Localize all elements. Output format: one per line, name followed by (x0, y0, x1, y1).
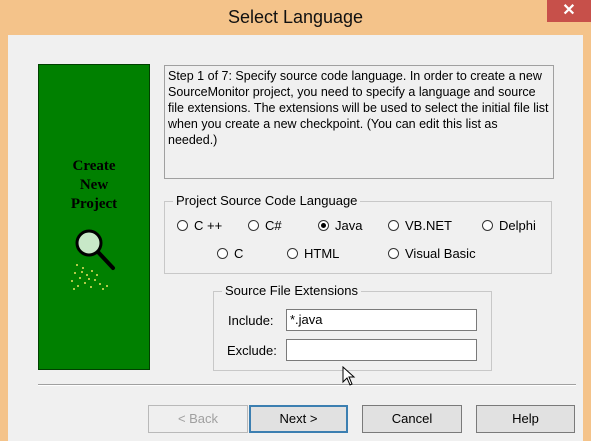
extensions-group-label: Source File Extensions (222, 283, 361, 298)
title-bar[interactable]: Select Language ✕ (0, 0, 591, 35)
radio-java-circle[interactable] (318, 219, 329, 231)
radio-visual-basic-circle[interactable] (388, 247, 399, 259)
radio-csharp-circle[interactable] (248, 219, 259, 231)
radio-delphi[interactable]: Delphi (482, 216, 536, 234)
radio-vbnet-circle[interactable] (388, 219, 399, 231)
button-separator (38, 384, 576, 386)
radio-delphi-circle[interactable] (482, 219, 493, 231)
radio-csharp[interactable]: C# (248, 216, 282, 234)
language-group-label: Project Source Code Language (173, 193, 361, 208)
banner-line-project: Project (70, 196, 118, 212)
mouse-cursor-icon (342, 366, 356, 386)
help-button[interactable]: Help (476, 405, 575, 433)
radio-java[interactable]: Java (318, 216, 362, 234)
exclude-label: Exclude: (227, 343, 277, 358)
close-button[interactable]: ✕ (547, 0, 591, 22)
banner-line-create: Create (72, 158, 116, 174)
radio-java-label: Java (335, 217, 363, 233)
include-label: Include: (228, 313, 274, 328)
include-input[interactable]: *.java (286, 309, 477, 331)
cancel-button[interactable]: Cancel (362, 405, 462, 433)
exclude-input[interactable] (286, 339, 477, 361)
radio-cpp[interactable]: C ++ (177, 216, 222, 234)
window-frame-right (583, 35, 591, 441)
radio-c-circle[interactable] (217, 247, 228, 259)
radio-csharp-label: C# (265, 217, 282, 233)
wizard-banner: Create New Project (38, 64, 150, 370)
radio-delphi-label: Delphi (499, 217, 536, 233)
radio-vbnet[interactable]: VB.NET (388, 216, 452, 234)
back-button[interactable]: < Back (148, 405, 248, 433)
select-language-dialog: Select Language ✕ Create New Project Ste… (0, 0, 591, 441)
magnifier-icon (71, 229, 115, 290)
radio-cpp-label: C ++ (194, 217, 223, 233)
step-description: Step 1 of 7: Specify source code languag… (164, 65, 554, 179)
window-frame-left (0, 35, 8, 441)
next-button[interactable]: Next > (249, 405, 348, 433)
radio-visual-basic[interactable]: Visual Basic (388, 244, 476, 262)
radio-visual-basic-label: Visual Basic (405, 245, 476, 261)
radio-html[interactable]: HTML (287, 244, 339, 262)
banner-caption: Create New Project (39, 157, 149, 214)
close-icon: ✕ (562, 2, 576, 19)
window-title: Select Language (227, 7, 364, 27)
radio-c-label: C (234, 245, 244, 261)
radio-vbnet-label: VB.NET (405, 217, 452, 233)
language-group: Project Source Code Language (164, 193, 552, 274)
banner-line-new: New (79, 177, 109, 193)
radio-cpp-circle[interactable] (177, 219, 188, 231)
radio-html-circle[interactable] (287, 247, 298, 259)
radio-html-label: HTML (304, 245, 340, 261)
radio-c[interactable]: C (217, 244, 243, 262)
